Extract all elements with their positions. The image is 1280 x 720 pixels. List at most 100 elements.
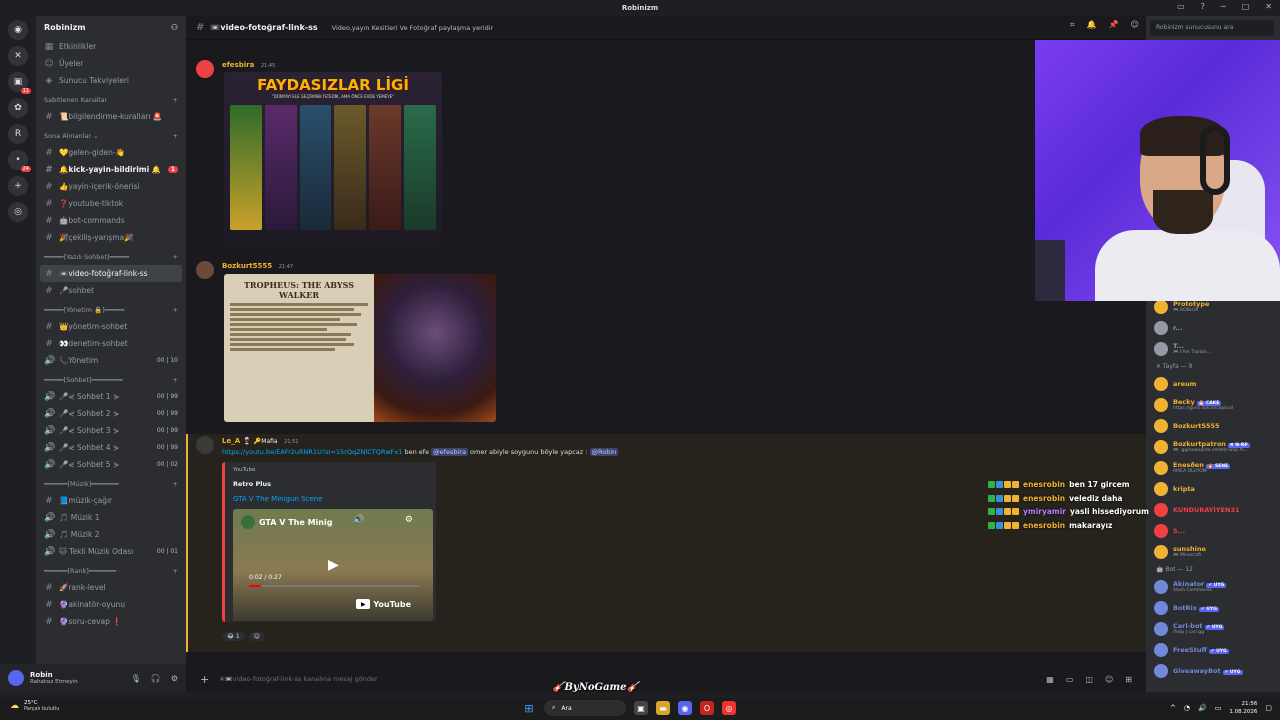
explore-icon[interactable]: ◎ xyxy=(8,202,28,222)
threads-icon[interactable]: ⌗ xyxy=(1070,20,1075,30)
member-item[interactable]: Bozkurtpatron ✖ N-RP 🎮 .gg/newsanta /reddi… xyxy=(1146,436,1280,457)
add-reaction-icon[interactable]: ☺ xyxy=(248,632,266,641)
sidebar-item[interactable]: ▦ Etkinlikler xyxy=(36,38,186,55)
close-button[interactable]: ✕ xyxy=(1265,2,1272,11)
member-item[interactable]: Becky 🎂 CAKE https://guns.lol/conceptual xyxy=(1146,394,1280,415)
channel-item[interactable]: 🔊 🎵 Müzik 1 xyxy=(36,509,186,526)
channel-item[interactable]: 🔊 🎤⋞ Sohbet 1 ⋟ 00 | 99 xyxy=(36,388,186,405)
channel-item[interactable]: # 👀denetim-sohbet xyxy=(36,335,186,352)
sticker-icon[interactable]: ◫ xyxy=(1085,675,1093,684)
gift-icon[interactable]: ▦ xyxy=(1046,675,1054,684)
sidebar-item[interactable]: ☺ Üyeler xyxy=(36,55,186,72)
channel-item[interactable]: # 🔔kick-yayin-bildirimi 🔔 1 xyxy=(36,161,186,178)
avatar[interactable] xyxy=(196,261,214,279)
reaction[interactable]: 😂 1 xyxy=(222,632,245,641)
volume-icon[interactable]: 🔊 xyxy=(1198,704,1207,712)
discord-icon[interactable]: ◉ xyxy=(678,701,692,715)
message-link[interactable]: https://youtu.be/EAFr2uRNR1U?si=15rQqZNl… xyxy=(222,448,402,456)
member-item[interactable]: Bozkurt5555 xyxy=(1146,415,1280,436)
headphones-icon[interactable]: 🎧 xyxy=(151,674,161,683)
channel-item[interactable]: # 📜bilgilendirme-kuralları 🚨 xyxy=(36,108,186,125)
channel-category[interactable]: Sabitlenen Kanallar + xyxy=(36,92,186,108)
youtube-logo[interactable]: ▶ YouTube xyxy=(356,599,411,609)
minimize-button[interactable]: ─ xyxy=(1221,2,1226,11)
clock[interactable]: 21:56 1.08.2026 xyxy=(1229,700,1257,716)
channel-item[interactable]: 🔊 🐱 Tekli Müzik Odası 00 | 01 xyxy=(36,543,186,560)
member-item[interactable]: areum xyxy=(1146,373,1280,394)
gif-icon[interactable]: ▭ xyxy=(1066,675,1074,684)
channel-item[interactable]: # ❓youtube-tiktok xyxy=(36,195,186,212)
channel-item[interactable]: 🔊 📞Yönetim 00 | 10 xyxy=(36,352,186,369)
message-image-tropheus[interactable]: TROPHEUS: THE ABYSS WALKER xyxy=(224,274,496,422)
server-3-icon[interactable]: • 24 xyxy=(8,150,31,172)
bell-icon[interactable]: 🔔 xyxy=(1087,20,1097,30)
opera-icon[interactable]: O xyxy=(700,701,714,715)
member-item[interactable]: Carl-bot ✔ UYG/help | carl.gg xyxy=(1146,618,1280,639)
channel-item[interactable]: # 🎉çekiliş-yarışma🎉 xyxy=(36,229,186,246)
microphone-icon[interactable]: 🎙 xyxy=(131,674,141,683)
channel-category[interactable]: ━━━━━━[Müzik]━━━━━━━ + xyxy=(36,476,186,492)
folder-icon[interactable]: ▬ xyxy=(656,701,670,715)
member-item[interactable]: FreeStuff ✔ UYG xyxy=(1146,639,1280,660)
windows-start-icon[interactable]: ⊞ xyxy=(522,701,536,715)
channel-item[interactable]: 🔊 🎤⋞ Sohbet 5 ⋟ 00 | 02 xyxy=(36,456,186,473)
volume-icon[interactable]: 🔊 xyxy=(353,515,364,525)
help-icon[interactable]: ? xyxy=(1201,2,1205,11)
member-item[interactable]: BotRix ✔ UYG xyxy=(1146,597,1280,618)
message-author[interactable]: efesbira xyxy=(222,61,254,69)
inbox-icon[interactable]: ▭ xyxy=(1177,2,1185,11)
server-x-icon[interactable]: ✕ xyxy=(8,46,28,66)
notifications-icon[interactable]: ▢ xyxy=(1265,704,1272,712)
channel-item[interactable]: # 👍yayin-içerik-önerisi xyxy=(36,178,186,195)
member-item[interactable]: Akinator ✔ UYG Slash Commands xyxy=(1146,576,1280,597)
channel-item[interactable]: 🔊 🎤⋞ Sohbet 2 ⋟ 00 | 99 xyxy=(36,405,186,422)
taskbar-search[interactable]: ⌕ Ara xyxy=(544,700,626,716)
member-item[interactable]: T... 🎮 I'Am Tranbo... xyxy=(1146,338,1280,359)
add-channel-icon[interactable]: + xyxy=(173,376,178,384)
add-channel-icon[interactable]: + xyxy=(173,132,178,140)
channel-category[interactable]: ━━━━━[Yönetim 🔒]━━━━━ + xyxy=(36,302,186,318)
emoji-icon[interactable]: ☺ xyxy=(1105,675,1113,684)
pin-icon[interactable]: 📌 xyxy=(1108,20,1118,30)
message-author[interactable]: Bozkurt5555 xyxy=(222,262,272,270)
mention[interactable]: @Robin xyxy=(589,448,619,456)
server-robinizm-icon[interactable]: R xyxy=(8,124,28,144)
taskview-icon[interactable]: ▣ xyxy=(634,701,648,715)
channel-item[interactable]: # 📘müzik-çağır xyxy=(36,492,186,509)
server-1-icon[interactable]: ▣ 11 xyxy=(8,72,31,94)
discord-home-icon[interactable]: ◉ xyxy=(8,20,28,40)
add-channel-icon[interactable]: + xyxy=(173,480,178,488)
avatar[interactable] xyxy=(8,670,24,686)
add-channel-icon[interactable]: + xyxy=(173,306,178,314)
apps-icon[interactable]: ⊞ xyxy=(1125,675,1132,684)
channel-item[interactable]: # 🚀rank-level xyxy=(36,579,186,596)
maximize-button[interactable]: □ xyxy=(1242,2,1250,11)
message-author[interactable]: Le_A 🍷 xyxy=(222,437,251,445)
embed-author[interactable]: Retro Plus xyxy=(233,480,428,488)
server-2-icon[interactable]: ✿ xyxy=(8,98,28,118)
sidebar-item[interactable]: ◈ Sunucu Takviyeleri xyxy=(36,72,186,89)
channel-item[interactable]: 🔊 🎤⋞ Sohbet 4 ⋟ 00 | 99 xyxy=(36,439,186,456)
add-channel-icon[interactable]: + xyxy=(173,567,178,575)
channel-item[interactable]: # 🤖bot-commands xyxy=(36,212,186,229)
video-progress-track[interactable] xyxy=(249,585,419,587)
channel-item[interactable]: # 📼video-fotoğraf-link-ss xyxy=(40,265,182,282)
channel-item[interactable]: # 🔮soru-cevap ❗ xyxy=(36,613,186,630)
avatar[interactable] xyxy=(196,436,214,454)
search-input[interactable]: Robinizm sunucusunu ara xyxy=(1150,20,1274,36)
channel-category[interactable]: ━━━━━[Sohbet]━━━━━━━━ + xyxy=(36,372,186,388)
add-server-icon[interactable]: + xyxy=(8,176,28,196)
mention[interactable]: @efesbira xyxy=(431,448,468,456)
member-item[interactable]: Enesðen 🔥 SENE AMCA OLUYOM xyxy=(1146,457,1280,478)
attach-plus-icon[interactable]: + xyxy=(200,673,209,686)
channel-item[interactable]: # 🎤sohbet xyxy=(36,282,186,299)
embed-title[interactable]: GTA V The Minigun Scene xyxy=(233,495,428,503)
battery-icon[interactable]: ▭ xyxy=(1215,704,1222,712)
settings-gear-icon[interactable]: ⚙ xyxy=(171,674,178,683)
message-image-faydasizlar[interactable]: FAYDASIZLAR LİGİ "DÜNYAYI ELE GEÇİRMEK İ… xyxy=(224,72,442,246)
channel-item[interactable]: 🔊 🎤⋞ Sohbet 3 ⋟ 00 | 99 xyxy=(36,422,186,439)
member-item[interactable]: sunshine 🎮 Minecraft xyxy=(1146,541,1280,562)
wifi-icon[interactable]: ◔ xyxy=(1184,704,1190,712)
guild-header[interactable]: Robinizm ⚇ xyxy=(36,16,186,38)
video-player[interactable]: GTA V The Minig 🔊 ⚙ ▶ 0:02 / 0:27 ▶ YouTu… xyxy=(233,509,433,621)
